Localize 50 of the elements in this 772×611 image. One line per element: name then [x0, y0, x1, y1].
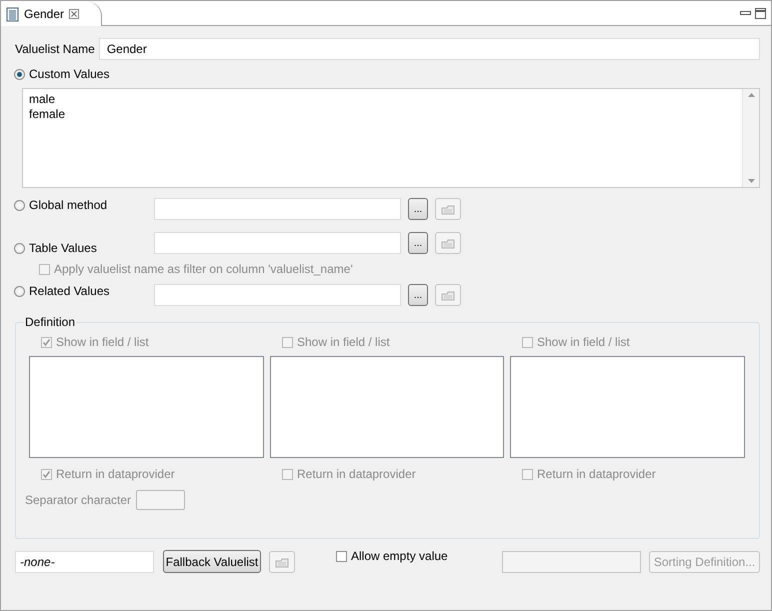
radio-label: Related Values	[29, 284, 110, 298]
editor-tab[interactable]: Gender	[1, 2, 102, 26]
icon-button[interactable]	[269, 551, 295, 573]
values-field[interactable]: male female	[22, 88, 760, 188]
folder-icon	[441, 204, 455, 214]
icon-button[interactable]	[435, 232, 461, 254]
list-box[interactable]	[270, 356, 504, 458]
radio-button[interactable]	[14, 286, 25, 296]
icon-button[interactable]	[435, 284, 461, 306]
group-title: Definition	[24, 315, 76, 329]
radio-button[interactable]	[14, 68, 25, 80]
maximize-icon	[755, 8, 766, 18]
list-icon	[6, 6, 19, 22]
list-box[interactable]	[29, 356, 264, 458]
source-field[interactable]	[154, 232, 401, 254]
up-arrow-icon	[748, 93, 754, 97]
folder-icon	[441, 290, 455, 300]
checkbox-label: Show in field / list	[537, 335, 630, 349]
name-field[interactable]: Gender	[98, 38, 760, 60]
checkbox-label: Allow empty value	[351, 549, 448, 563]
radio-label: Global method	[29, 198, 108, 212]
radio-button[interactable]	[14, 200, 25, 210]
source-field[interactable]	[154, 198, 401, 220]
checkbox-label: Return in dataprovider	[297, 467, 416, 481]
radio-label: Custom Values	[29, 67, 110, 81]
close-icon	[69, 9, 80, 19]
down-arrow-icon	[748, 179, 754, 183]
fallback-button[interactable]: Fallback Valuelist	[163, 550, 261, 573]
checkbox-label: Show in field / list	[297, 335, 390, 349]
sort-field[interactable]	[502, 551, 641, 573]
checkbox-label: Return in dataprovider	[537, 467, 656, 481]
folder-icon	[441, 238, 455, 248]
checkbox-label: Apply valuelist name as filter on column 'valuelist_name'	[54, 262, 353, 276]
checkbox[interactable]	[336, 550, 347, 562]
browse-button[interactable]: ...	[408, 232, 428, 254]
icon-button[interactable]	[435, 198, 461, 220]
fallback-field[interactable]: -none-	[15, 551, 154, 573]
radio-label: Table Values	[29, 241, 97, 255]
separator-field[interactable]	[136, 490, 186, 510]
browse-button[interactable]: ...	[408, 198, 428, 220]
list-box[interactable]	[510, 356, 745, 458]
checkbox-label: Show in field / list	[56, 335, 149, 349]
scrollbar[interactable]	[742, 89, 759, 187]
source-field[interactable]	[154, 284, 401, 306]
radio-button[interactable]	[14, 242, 25, 254]
folder-icon	[275, 556, 289, 568]
browse-button[interactable]: ...	[408, 284, 428, 306]
field-label: Separator character	[25, 493, 132, 507]
checkbox-label: Return in dataprovider	[56, 467, 175, 481]
field-label: Valuelist Name	[15, 42, 95, 56]
